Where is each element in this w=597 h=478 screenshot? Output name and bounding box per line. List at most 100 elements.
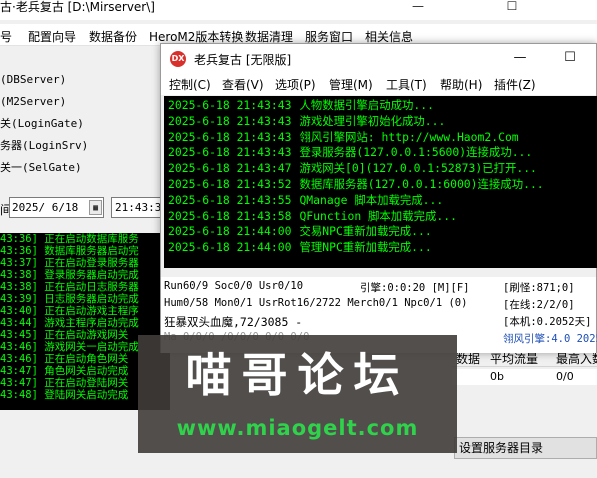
log-timestamp: 2025-6-18 21:43:43 [168,113,292,128]
log-line: 43:39] 日志服务器启动完成 [0,293,170,305]
server-item-logingate[interactable]: 关(LoginGate) [0,116,88,138]
server-list: (DBServer) (M2Server) 关(LoginGate) 务器(Lo… [0,72,88,182]
log-line: 2025-6-18 21:43:43 游戏处理引擎初始化成功... [168,114,597,130]
log-message: 人物数据引擎启动成功... [299,98,434,112]
log-timestamp: 2025-6-18 21:43:47 [168,161,292,176]
log-line: 2025-6-18 21:43:43 登录服务器(127.0.0.1:5600)连… [168,145,597,161]
log-message: 登录服务器(127.0.0.1:5600)连接成功... [299,145,533,160]
log-message: 正在启动登录服务器 [44,257,139,269]
log-message: 数据库服务器(127.0.0.1:6000)连接成功... [299,176,544,191]
watermark-url: www.miaogelt.com [176,416,419,440]
log-message: 管理NPC重新加载完成... [299,240,432,255]
log-line: 43:36] 数据库服务器启动完 [0,245,170,257]
minimize-button[interactable]: — [396,0,440,18]
log-timestamp: 43:40] [0,305,38,317]
watermark-title: 喵哥论坛 [185,348,410,402]
window-title: 古·老兵复古 [D:\Mirserver\] [0,0,155,14]
menu-item-manage[interactable]: 管理(M) [329,76,373,93]
table-cell-max: 0/0 [556,370,574,383]
log-timestamp: 43:38] [0,281,38,293]
log-timestamp: 43:46] [0,341,38,353]
log-message: 正在启动游戏网关 [44,329,129,341]
log-line: 2025-6-18 21:43:47 游戏网关[0](127.0.0.1:5287… [168,161,597,177]
log-timestamp: 43:36] [0,233,38,245]
status-engine: 引擎:0:0:20 [M][F] [360,282,470,294]
minimize-button[interactable]: — [505,47,535,69]
menu-item-config-wizard[interactable]: 配置向导 [28,28,76,45]
app-logo-icon: DX [170,51,186,67]
time-field[interactable]: 21:43:32 [111,197,163,218]
date-value: 2025/ 6/18 [12,201,79,214]
log-line: 43:36] 正在启动数据库服务 [0,233,170,245]
engine-window: DX 老兵复古 [无限版] — ☐ 控制(C) 查看(V) 选项(P) 管理(M… [160,43,597,353]
log-timestamp: 43:39] [0,293,38,305]
log-message: 正在启动角色网关 [44,353,129,365]
window-title: 老兵复古 [无限版] [194,53,292,67]
status-uptime: [本机:0.2052天] [503,316,592,328]
log-timestamp: 2025-6-18 21:43:43 [168,145,292,160]
log-message: 正在启动登陆网关 [44,377,129,389]
log-message: 数据库服务器启动完 [44,245,139,257]
log-line: 43:38] 正在启动日志服务器 [0,281,170,293]
log-message: 游戏网关一启动完成 [44,341,139,353]
log-line: 2025-6-18 21:44:00 交易NPC重新加载完成... [168,224,597,240]
log-message: QFunction 脚本加载完成... [299,208,457,223]
status-humans: Hum0/58 Mon0/1 UsrRot16/2722 Merch0/1 Np… [164,297,468,309]
menu-item-view[interactable]: 查看(V) [222,76,264,93]
log-line: 2025-6-18 21:43:52 数据库服务器(127.0.0.1:6000)… [168,177,597,193]
log-line: 2025-6-18 21:43:43 人物数据引擎启动成功... [168,98,597,114]
log-message: 游戏网关[0](127.0.0.1:52873)已打开... [299,161,537,176]
log-timestamp: 43:38] [0,269,38,281]
log-timestamp: 43:48] [0,389,38,401]
log-message: 游戏处理引擎初始化成功... [299,113,446,128]
maximize-button[interactable]: ☐ [555,47,585,69]
server-item-selgate[interactable]: 关一(SelGate) [0,160,88,182]
table-row: 0b 0/0 [452,369,597,385]
log-message: 游戏主程序启动完成 [44,317,139,329]
server-item-loginsrv[interactable]: 务器(LoginSrv) [0,138,88,160]
log-timestamp: 43:44] [0,317,38,329]
table-cell-avg: 0b [490,370,504,383]
menu-item-control[interactable]: 控制(C) [169,76,211,93]
server-item-dbserver[interactable]: (DBServer) [0,72,88,94]
date-picker[interactable]: 2025/ 6/18 ▦ [9,197,104,218]
menu-item-partial[interactable]: 号 [0,28,12,45]
maximize-button[interactable]: ☐ [490,0,534,18]
log-message: 角色网关启动完成 [44,365,129,377]
log-timestamp: 2025-6-18 21:44:00 [168,224,292,239]
log-line: 43:44] 游戏主程序启动完成 [0,317,170,329]
status-boss: 狂暴双头血魔,72/3085 - [164,315,303,329]
log-timestamp: 43:45] [0,329,38,341]
menu-item-tools[interactable]: 工具(T) [386,76,427,93]
log-line: 2025-6-18 21:43:43 翎风引擎网站: http://www.Hao… [168,130,597,146]
log-timestamp: 43:47] [0,365,38,377]
log-timestamp: 2025-6-18 21:43:52 [168,176,292,191]
log-timestamp: 2025-6-18 21:43:55 [168,192,292,207]
log-timestamp: 2025-6-18 21:43:58 [168,208,292,223]
log-message: 登录服务器启动完成 [44,269,139,281]
log-message: 登陆网关启动完成 [44,389,129,401]
calendar-dropdown-icon[interactable]: ▦ [89,200,102,215]
menu-item-plugins[interactable]: 插件(Z) [494,76,536,93]
menu-bar: 控制(C) 查看(V) 选项(P) 管理(M) 工具(T) 帮助(H) 插件(Z… [161,73,596,95]
log-message: 翎风引擎网站: http://www.Haom2.Com [299,129,519,144]
log-timestamp: 43:46] [0,353,38,365]
log-message: 正在启动游戏主程序 [44,305,139,317]
engine-version: 翎风引擎:4.0 2025 [503,333,597,345]
watermark-banner: 喵哥论坛 www.miaogelt.com [138,335,457,453]
title-bar: DX 老兵复古 [无限版] — ☐ [161,44,596,73]
log-line: 43:38] 登录服务器启动完成 [0,269,170,281]
server-item-m2server[interactable]: (M2Server) [0,94,88,116]
log-line: 43:37] 正在启动登录服务器 [0,257,170,269]
menu-item-data-backup[interactable]: 数据备份 [89,28,137,45]
log-message: 日志服务器启动完成 [44,293,139,305]
log-timestamp: 43:36] [0,245,38,257]
menu-item-help[interactable]: 帮助(H) [440,76,482,93]
menu-item-options[interactable]: 选项(P) [275,76,316,93]
log-message: 正在启动日志服务器 [44,281,139,293]
engine-log: 2025-6-18 21:43:43 人物数据引擎启动成功... 2025-6-18… [164,96,597,268]
log-timestamp: 2025-6-18 21:44:00 [168,240,292,255]
set-server-dir-button[interactable]: 设置服务器目录 [454,437,597,459]
status-online: [在线:2/2/0] [503,299,575,311]
title-bar: 古·老兵复古 [D:\Mirserver\] — ☐ [0,0,597,20]
